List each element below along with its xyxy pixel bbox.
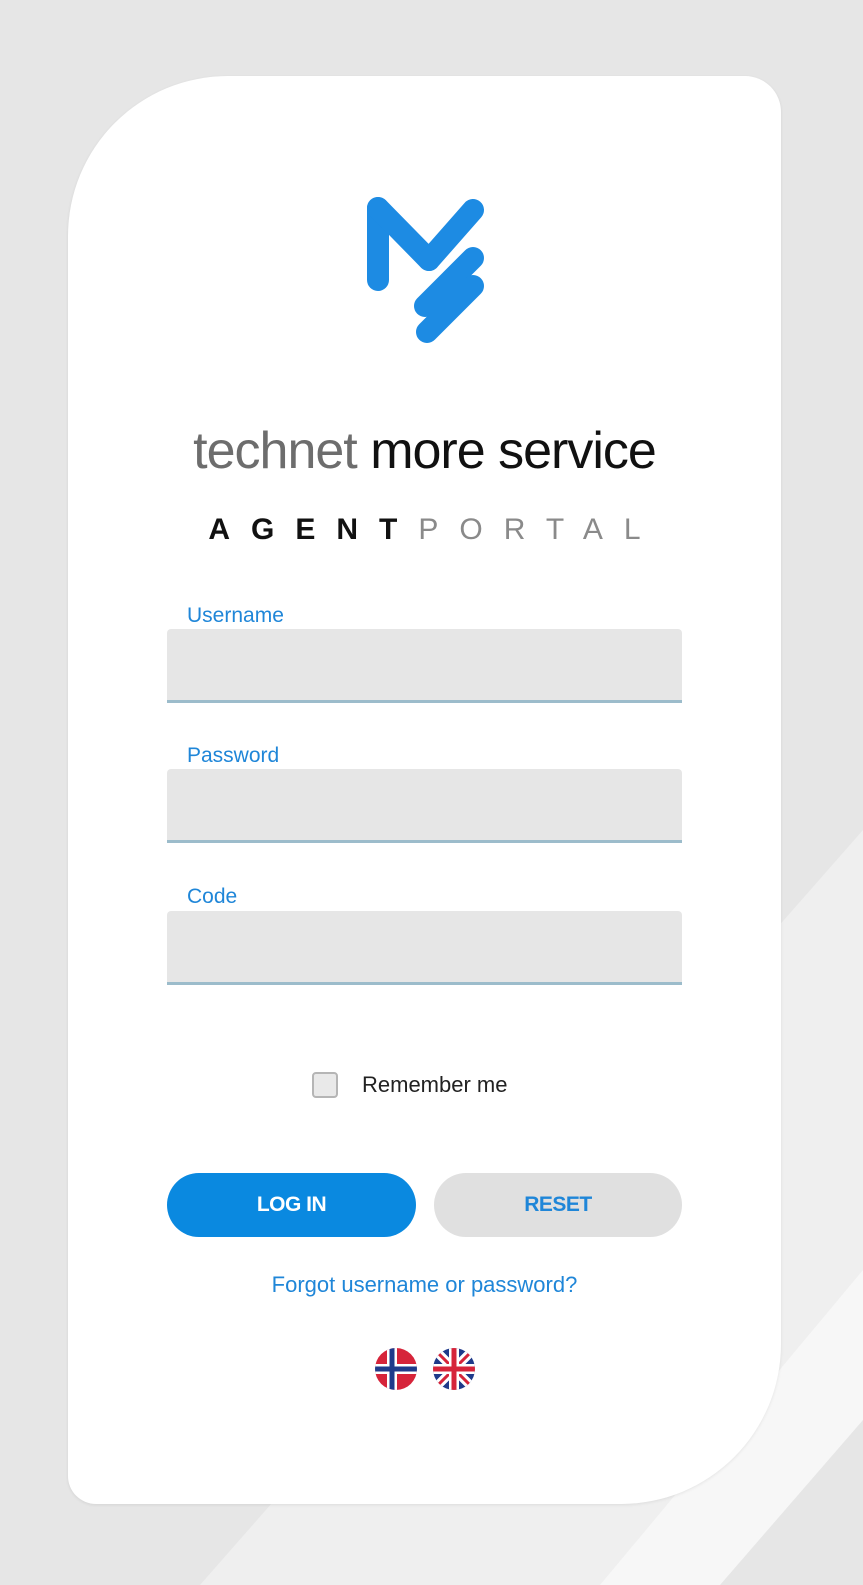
- code-label: Code: [187, 885, 238, 908]
- reset-button[interactable]: RESET: [434, 1173, 682, 1237]
- brand-title-light: technet: [193, 422, 358, 480]
- remember-me[interactable]: Remember me: [312, 1070, 507, 1100]
- portal-subtitle-agent: AGENT: [208, 513, 419, 546]
- password-label: Password: [187, 744, 280, 767]
- password-input[interactable]: [167, 769, 682, 843]
- portal-subtitle: AGENTPORTAL: [68, 512, 781, 548]
- forgot-credentials-link[interactable]: Forgot username or password?: [68, 1272, 781, 1298]
- username-input[interactable]: [167, 629, 682, 703]
- code-input[interactable]: [167, 911, 682, 985]
- username-label: Username: [187, 604, 284, 627]
- brand-title: technet more service: [68, 418, 781, 484]
- brand-title-dark: more service: [370, 422, 657, 480]
- portal-subtitle-portal: PORTAL: [418, 513, 662, 546]
- login-button[interactable]: LOG IN: [167, 1173, 416, 1237]
- remember-me-label[interactable]: Remember me: [362, 1072, 507, 1098]
- uk-flag-icon[interactable]: [432, 1347, 476, 1391]
- mt-logo-icon: [367, 197, 484, 343]
- remember-me-checkbox[interactable]: [312, 1072, 338, 1098]
- norway-flag-icon[interactable]: [374, 1347, 418, 1391]
